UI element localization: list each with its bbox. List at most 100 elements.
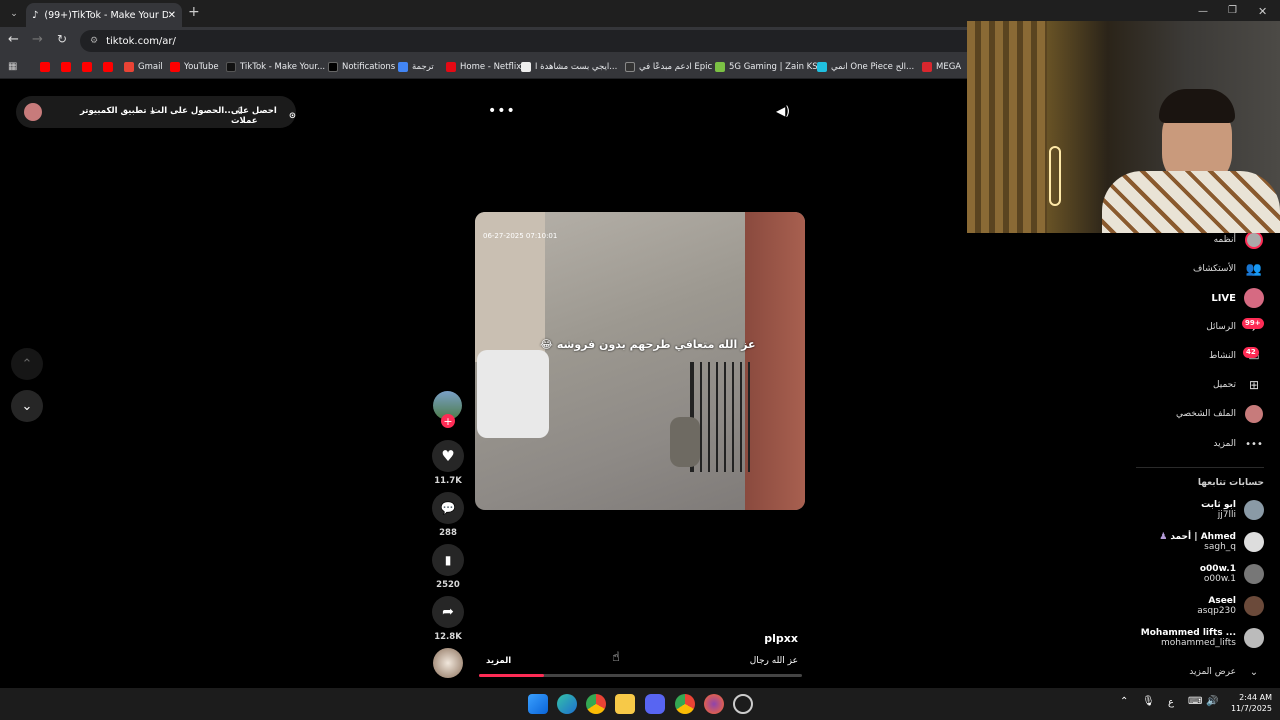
next-video-button[interactable]: ⌄ [11,390,43,422]
bookmark-egybest[interactable]: ايجي بست مشاهدة ا... [521,55,617,79]
bookmark-gmail[interactable]: Gmail [124,55,163,79]
nav-live[interactable]: LIVE [1211,288,1264,308]
bookmark-youtube-4[interactable] [103,55,117,79]
share-count: 12.8K [434,632,462,642]
edge-icon[interactable] [557,694,577,714]
author-name[interactable]: plpxx [740,632,798,645]
discord-icon[interactable] [645,694,665,714]
site-info-icon[interactable]: ⚙ [90,36,98,46]
video-timestamp: 06-27-2025 07:10:01 [483,232,558,240]
bookmark-mega[interactable]: MEGA [922,55,961,79]
restore-button[interactable]: ❐ [1228,5,1237,16]
video-player[interactable]: 06-27-2025 07:10:01 😂 عز الله متعافي طرح… [475,212,805,510]
windows-start-icon[interactable] [528,694,548,714]
firefox-icon[interactable] [704,694,724,714]
account-avatar [1244,564,1264,584]
nav-friends[interactable]: أنظمه [1214,230,1264,250]
epic-icon [625,62,635,72]
chrome-icon[interactable] [586,694,606,714]
account-avatar [1244,628,1264,648]
tab-search-icon[interactable]: ⌄ [6,6,22,22]
file-explorer-icon[interactable] [615,694,635,714]
screen: ⌄ ♪ (99+)TikTok - Make Your Day ✕ + — ❐ … [0,0,1280,720]
gmail-icon [124,62,134,72]
following-account[interactable]: o00w.1 o00w.1 [1200,564,1264,584]
profile-avatar[interactable] [24,103,42,121]
like-count: 11.7K [434,476,462,486]
bookmark-notifications[interactable]: Notifications [328,55,395,79]
back-arrow-icon[interactable]: ← [8,32,19,47]
share-icon: ➦ [442,604,454,620]
webcam-person-hair [1159,89,1235,123]
progress-track[interactable] [479,674,802,677]
clock[interactable]: 2:44 AM 11/7/2025 [1222,692,1272,714]
bookmark-onepiece[interactable]: انمي One Piece الح... [817,55,914,79]
save-button[interactable]: ▮ [432,544,464,576]
bookmark-translate[interactable]: ترجمة [398,55,434,79]
apps-grid-icon[interactable]: ▦ [8,61,17,72]
clock-date: 11/7/2025 [1230,704,1272,713]
comment-button[interactable]: 💬 [432,492,464,524]
progress-fill [479,674,544,677]
bookmark-youtube-1[interactable] [40,55,54,79]
network-icon[interactable]: ⌨ [1188,696,1202,707]
tiktok-favicon-icon: ♪ [32,9,39,21]
following-account[interactable]: ابو ثابت jj7lli [1201,500,1264,520]
minimize-button[interactable]: — [1198,6,1208,17]
get-app-button[interactable]: الحصول على الت... ▯ [152,106,243,116]
nav-explore[interactable]: الأستكشاف 👥 [1193,259,1264,279]
microphone-icon[interactable]: 🎙 [1142,696,1155,707]
bookmark-youtube[interactable]: YouTube [170,55,219,79]
previous-video-button[interactable]: ⌃ [11,348,43,380]
account-avatar [1244,596,1264,616]
bookmark-zain[interactable]: 5G Gaming | Zain KSA [715,55,824,79]
youtube-icon [82,62,92,72]
like-button[interactable]: ♥ [432,440,464,472]
sound-avatar[interactable] [433,648,463,678]
desktop-app-button[interactable]: تطبيق الكمبيوتر ⤓ [80,106,154,116]
comment-icon: 💬 [440,501,456,515]
bookmark-youtube-3[interactable] [82,55,96,79]
volume-icon[interactable]: ◀) [776,104,790,118]
nav-more[interactable]: المزيد ••• [1213,434,1264,454]
tab-tiktok[interactable]: ♪ (99+)TikTok - Make Your Day ✕ [26,3,182,27]
forward-arrow-icon[interactable]: → [32,32,43,47]
coin-icon: ⊙ [288,111,296,121]
translate-icon [398,62,408,72]
more-options-icon[interactable]: ••• [488,103,516,119]
following-account[interactable]: Mohammed lifts ... mohammed_lifts [1141,628,1264,648]
account-avatar [1244,500,1264,520]
heart-icon: ♥ [441,447,455,465]
tiktok-icon [226,62,236,72]
messages-badge: 99+ [1242,318,1264,329]
get-coins-button[interactable]: احصل على عملات ⊙ [231,106,296,126]
chrome-active-icon[interactable] [675,694,695,714]
nav-upload[interactable]: تحميل ⊞ [1213,375,1264,395]
bookmark-netflix[interactable]: Home - Netflix [446,55,521,79]
video-caption: 😂 عز الله متعافي طرحهم بدون فروشه [540,338,756,351]
bookmark-tiktok[interactable]: TikTok - Make Your... [226,55,325,79]
save-count: 2520 [436,580,460,590]
nav-profile[interactable]: الملف الشخصي [1176,404,1264,424]
close-tab-icon[interactable]: ✕ [168,10,176,21]
bookmark-youtube-2[interactable] [61,55,75,79]
language-indicator[interactable]: ع [1168,697,1174,708]
more-link[interactable]: المزيد [486,656,511,666]
see-more-button[interactable]: عرض المزيد ⌄ [1189,662,1264,682]
new-tab-button[interactable]: + [188,4,200,20]
bookmark-epic[interactable]: ادعم مبدعًا في Epic [625,55,712,79]
netflix-icon [446,62,456,72]
people-icon: 👥 [1245,261,1263,277]
reload-icon[interactable]: ↻ [57,32,67,46]
follow-plus-icon[interactable]: + [441,414,455,428]
volume-tray-icon[interactable]: 🔊 [1206,696,1218,707]
share-button[interactable]: ➦ [432,596,464,628]
close-window-button[interactable]: ✕ [1258,5,1267,18]
x-icon [328,62,338,72]
youtube-icon [61,62,71,72]
following-account[interactable]: Aseel asqp230 [1197,596,1264,616]
app-icon[interactable] [733,694,753,714]
webcam-overlay [967,21,1280,233]
following-account[interactable]: ♟ أحمد | Ahmed sagh_q [1159,532,1264,552]
tray-chevron-icon[interactable]: ⌃ [1120,696,1128,707]
